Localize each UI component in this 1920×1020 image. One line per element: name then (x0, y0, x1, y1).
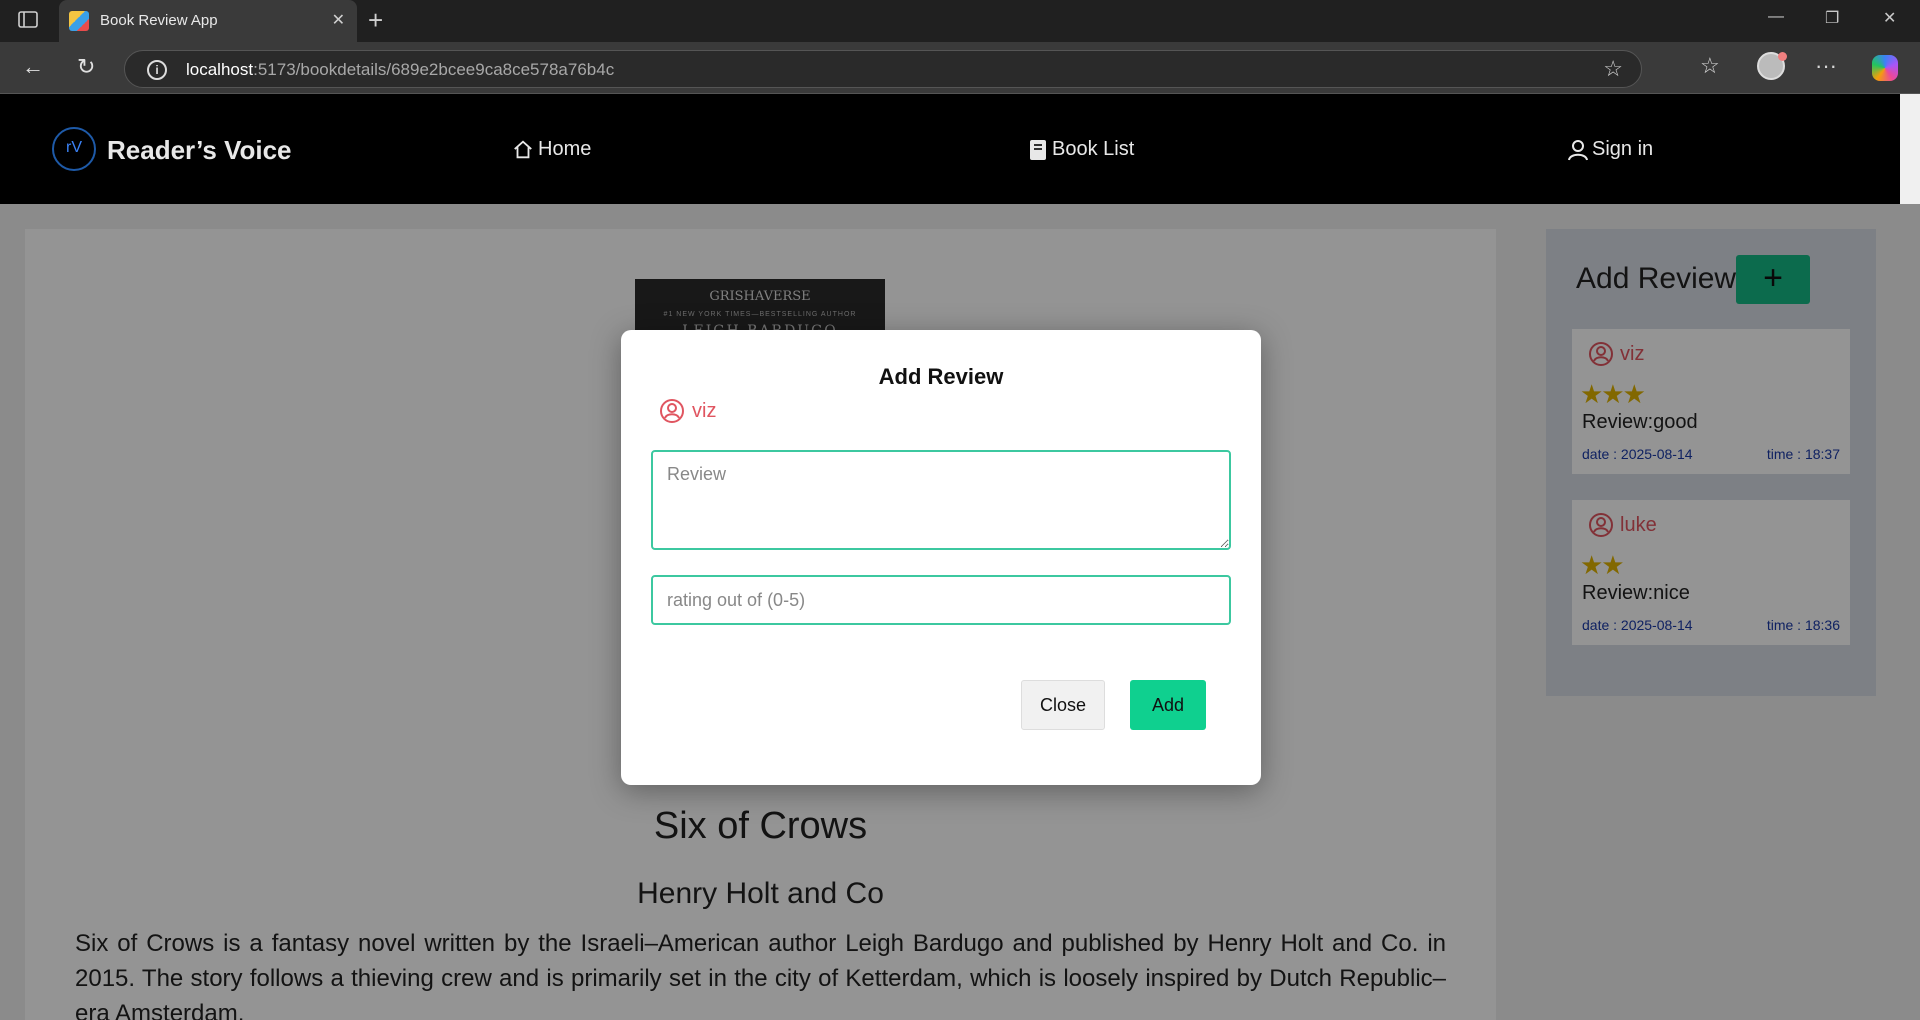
notification-dot (1778, 52, 1787, 61)
favorite-star-icon[interactable]: ☆ (1603, 56, 1623, 82)
close-button[interactable]: Close (1021, 680, 1105, 730)
nav-sign-in-label: Sign in (1592, 138, 1654, 160)
favorites-icon[interactable]: ☆ (1700, 53, 1720, 79)
copilot-icon[interactable] (1872, 55, 1898, 81)
window-close-icon[interactable]: ✕ (1883, 8, 1896, 28)
user-icon (1568, 139, 1588, 160)
add-button[interactable]: Add (1130, 680, 1206, 730)
add-review-modal: Add Review viz Close Add (621, 330, 1261, 785)
new-tab-icon[interactable]: + (368, 6, 383, 34)
more-menu-icon[interactable]: ··· (1815, 53, 1837, 79)
tab-actions-icon[interactable] (18, 10, 40, 30)
site-info-icon[interactable]: i (147, 60, 167, 80)
restore-icon[interactable]: ❐ (1825, 8, 1839, 28)
back-icon[interactable]: ← (22, 54, 44, 80)
logo-icon[interactable]: rV (52, 127, 96, 171)
browser-address-bar: ← ↻ i localhost:5173/bookdetails/689e2bc… (0, 42, 1920, 94)
modal-user: viz (659, 398, 716, 424)
home-icon (514, 140, 532, 158)
browser-tab[interactable]: Book Review App ✕ (59, 0, 357, 42)
nav-book-list-link[interactable]: Book List (1028, 138, 1134, 161)
minimize-icon[interactable]: — (1768, 8, 1784, 26)
tab-title: Book Review App (100, 12, 218, 29)
site-logo-text[interactable]: Reader’s Voice (107, 135, 292, 166)
modal-title: Add Review (878, 364, 1004, 389)
close-tab-icon[interactable]: ✕ (332, 10, 345, 30)
book-icon (1030, 139, 1046, 160)
nav-book-list-label: Book List (1052, 138, 1135, 160)
site-navbar: rV Reader’s Voice Home Book List Sign in (0, 94, 1900, 204)
reload-icon[interactable]: ↻ (77, 54, 95, 80)
rating-input[interactable] (651, 575, 1231, 625)
url-text: localhost:5173/bookdetails/689e2bcee9ca8… (186, 60, 615, 79)
nav-home-link[interactable]: Home (512, 138, 591, 161)
browser-tab-bar: Book Review App ✕ + — ❐ ✕ (0, 0, 1920, 42)
nav-home-label: Home (538, 138, 592, 160)
nav-sign-in-link[interactable]: Sign in (1568, 138, 1653, 161)
url-field[interactable]: i localhost:5173/bookdetails/689e2bcee9c… (124, 50, 1642, 88)
user-circle-icon (660, 399, 684, 423)
review-textarea[interactable] (651, 450, 1231, 550)
favicon-icon (69, 11, 89, 31)
